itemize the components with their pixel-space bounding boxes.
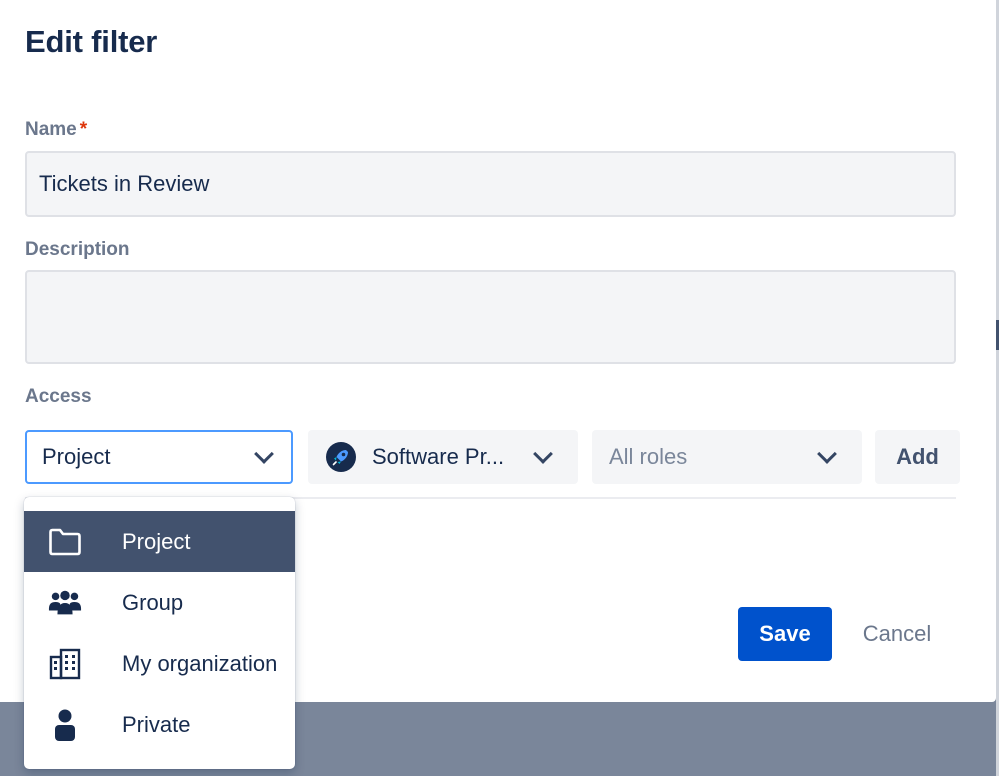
save-button[interactable]: Save bbox=[738, 607, 832, 661]
chevron-down-icon bbox=[817, 444, 837, 464]
description-input[interactable] bbox=[25, 270, 956, 364]
dropdown-item-project[interactable]: Project bbox=[24, 511, 295, 572]
project-value: Software Pr... bbox=[372, 444, 505, 469]
dropdown-item-label: Project bbox=[122, 528, 191, 554]
person-icon bbox=[48, 708, 82, 742]
folder-icon bbox=[48, 525, 82, 559]
dropdown-item-label: My organization bbox=[122, 650, 278, 676]
required-marker: * bbox=[79, 119, 88, 140]
group-icon bbox=[48, 586, 82, 620]
dropdown-item-label: Private bbox=[122, 711, 191, 737]
building-icon bbox=[48, 647, 82, 681]
chevron-down-icon bbox=[254, 444, 274, 464]
dropdown-item-label: Group bbox=[122, 589, 184, 615]
chevron-down-icon bbox=[533, 444, 553, 464]
add-button[interactable]: Add bbox=[875, 430, 960, 484]
access-type-dropdown: Project Group My organization Private bbox=[24, 497, 295, 769]
access-type-select[interactable]: Project bbox=[25, 430, 293, 484]
rocket-icon bbox=[326, 442, 356, 472]
cancel-button[interactable]: Cancel bbox=[842, 607, 952, 661]
roles-placeholder: All roles bbox=[609, 444, 688, 469]
project-select[interactable]: Software Pr... bbox=[308, 430, 578, 484]
dropdown-item-private[interactable]: Private bbox=[24, 694, 295, 755]
dropdown-item-my-organization[interactable]: My organization bbox=[24, 633, 295, 694]
access-type-value: Project bbox=[42, 444, 111, 469]
description-label: Description bbox=[25, 239, 130, 260]
dialog-title: Edit filter bbox=[25, 24, 158, 59]
dropdown-item-group[interactable]: Group bbox=[24, 572, 295, 633]
name-label-text: Name bbox=[25, 119, 77, 140]
name-label: Name * bbox=[25, 119, 87, 141]
access-label: Access bbox=[25, 386, 92, 407]
name-input[interactable] bbox=[25, 151, 956, 217]
roles-select[interactable]: All roles bbox=[592, 430, 862, 484]
